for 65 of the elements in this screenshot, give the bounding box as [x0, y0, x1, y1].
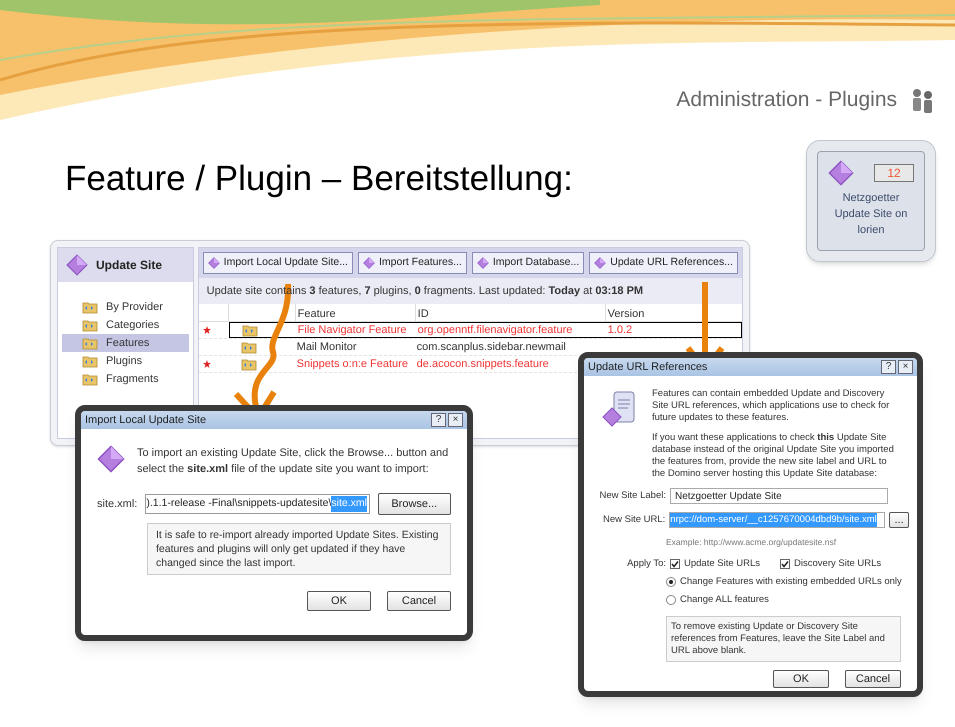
checkbox-option[interactable]: Update Site URLs	[670, 556, 760, 571]
browse-button[interactable]: ...	[889, 512, 909, 528]
dialog-button[interactable]: Cancel	[845, 670, 901, 688]
radio-button[interactable]	[666, 595, 676, 606]
help-button[interactable]: ?	[431, 413, 446, 427]
dialog-title: Update URL References	[588, 360, 708, 375]
diamond-icon	[362, 257, 375, 269]
path-field[interactable]: ).1.1-release -Final\snippets-updatesite\site.xml	[145, 494, 370, 514]
tile-label: Netzgoetter Update Site on lorien	[834, 191, 908, 238]
table-row[interactable]: Mail Monitor com.scanplus.sidebar.newmail	[228, 339, 742, 355]
radio-option[interactable]: Change Features with existing embedded URLs only	[666, 575, 917, 590]
section-title: Administration - Plugins	[676, 87, 897, 113]
close-button[interactable]: ×	[898, 360, 913, 374]
toolbar-button[interactable]: Import Features...	[358, 252, 467, 274]
table-cell-text: org.openntf.filenavigator.feature	[416, 322, 574, 338]
diamond-icon	[476, 257, 489, 269]
diamond-icon	[66, 254, 88, 276]
update-site-tile[interactable]: 12 Netzgoetter Update Site on lorien	[806, 140, 936, 262]
dialog-button[interactable]: Cancel	[387, 591, 451, 611]
column-header: Version	[604, 304, 644, 321]
slide-heading: Feature / Plugin – Bereitstellung:	[65, 158, 573, 200]
count-field: 12	[874, 164, 914, 182]
field-label: site.xml:	[97, 496, 138, 512]
radio-button[interactable]	[666, 577, 676, 588]
field-label: New Site Label:	[598, 488, 666, 503]
toolbar-button[interactable]: Update URL References...	[589, 252, 738, 274]
sidebar-item[interactable]: Features	[62, 334, 189, 352]
checkbox-option[interactable]: Discovery Site URLs	[780, 556, 882, 571]
column-header: ID	[414, 304, 605, 321]
column-header: Feature	[294, 304, 415, 321]
dialog-title: Import Local Update Site	[85, 412, 206, 428]
dialog-text: If you want these applications to check this Update Site database instead of the original Update Site you imported the features from, provide the new site label and URL to the Domino server hosting this Update Site database:	[652, 432, 895, 480]
browse-button[interactable]: Browse...	[378, 493, 451, 515]
diamond-icon	[208, 257, 220, 269]
checkbox[interactable]	[780, 558, 790, 569]
label-field[interactable]: Netzgoetter Update Site	[670, 488, 888, 504]
example-text: Example: http://www.acme.org/updatesite.nsf	[666, 536, 838, 549]
dialog-button[interactable]: OK	[773, 670, 829, 688]
sidebar-item[interactable]: Plugins	[62, 352, 189, 370]
info-note: To remove existing Update or Discovery Site references from Features, leave the Site Label and URL above blank.	[666, 616, 901, 662]
table-cell-text: File Navigator Feature	[296, 322, 408, 338]
info-note: It is safe to re-import already imported Update Sites. Existing features and plugins will only get updated if they have changed since the last import.	[147, 523, 451, 575]
field-label: New Site URL:	[602, 512, 666, 527]
table-row[interactable]: File Navigator Feature org.openntf.filenavigator.feature 1.0.2	[228, 322, 742, 338]
table-cell-text: Snippets o:n:e Feature	[296, 356, 409, 372]
toolbar-button[interactable]: Import Database...	[472, 252, 584, 274]
dialog-text: Features can contain embedded Update and Discovery Site URL references, which applications use to check for future updates to these features.	[652, 388, 890, 424]
help-button[interactable]: ?	[881, 360, 896, 374]
close-button[interactable]: ×	[448, 413, 463, 427]
sidebar-item[interactable]: Categories	[62, 316, 189, 334]
sidebar-title: Update Site	[96, 257, 162, 274]
dialog-text: To import an existing Update Site, click the Browse... button and select the site.xml file of the update site you want to import:	[137, 446, 450, 477]
checkbox[interactable]	[670, 558, 680, 569]
diamond-icon	[97, 445, 125, 473]
field-label: Apply To:	[626, 556, 666, 571]
table-cell-text: 1.0.2	[606, 322, 632, 338]
sidebar-item[interactable]: Fragments	[62, 370, 189, 388]
diamond-icon	[594, 257, 606, 269]
table-cell-text: Mail Monitor	[296, 340, 358, 355]
radio-option[interactable]: Change ALL features	[666, 593, 917, 608]
table-cell-text: com.scanplus.sidebar.newmail	[416, 340, 567, 355]
sidebar-item[interactable]: By Provider	[62, 298, 189, 316]
toolbar-button[interactable]: Import Local Update Site...	[202, 252, 353, 274]
dialog-button[interactable]: OK	[307, 591, 371, 611]
diamond-icon	[828, 160, 854, 186]
